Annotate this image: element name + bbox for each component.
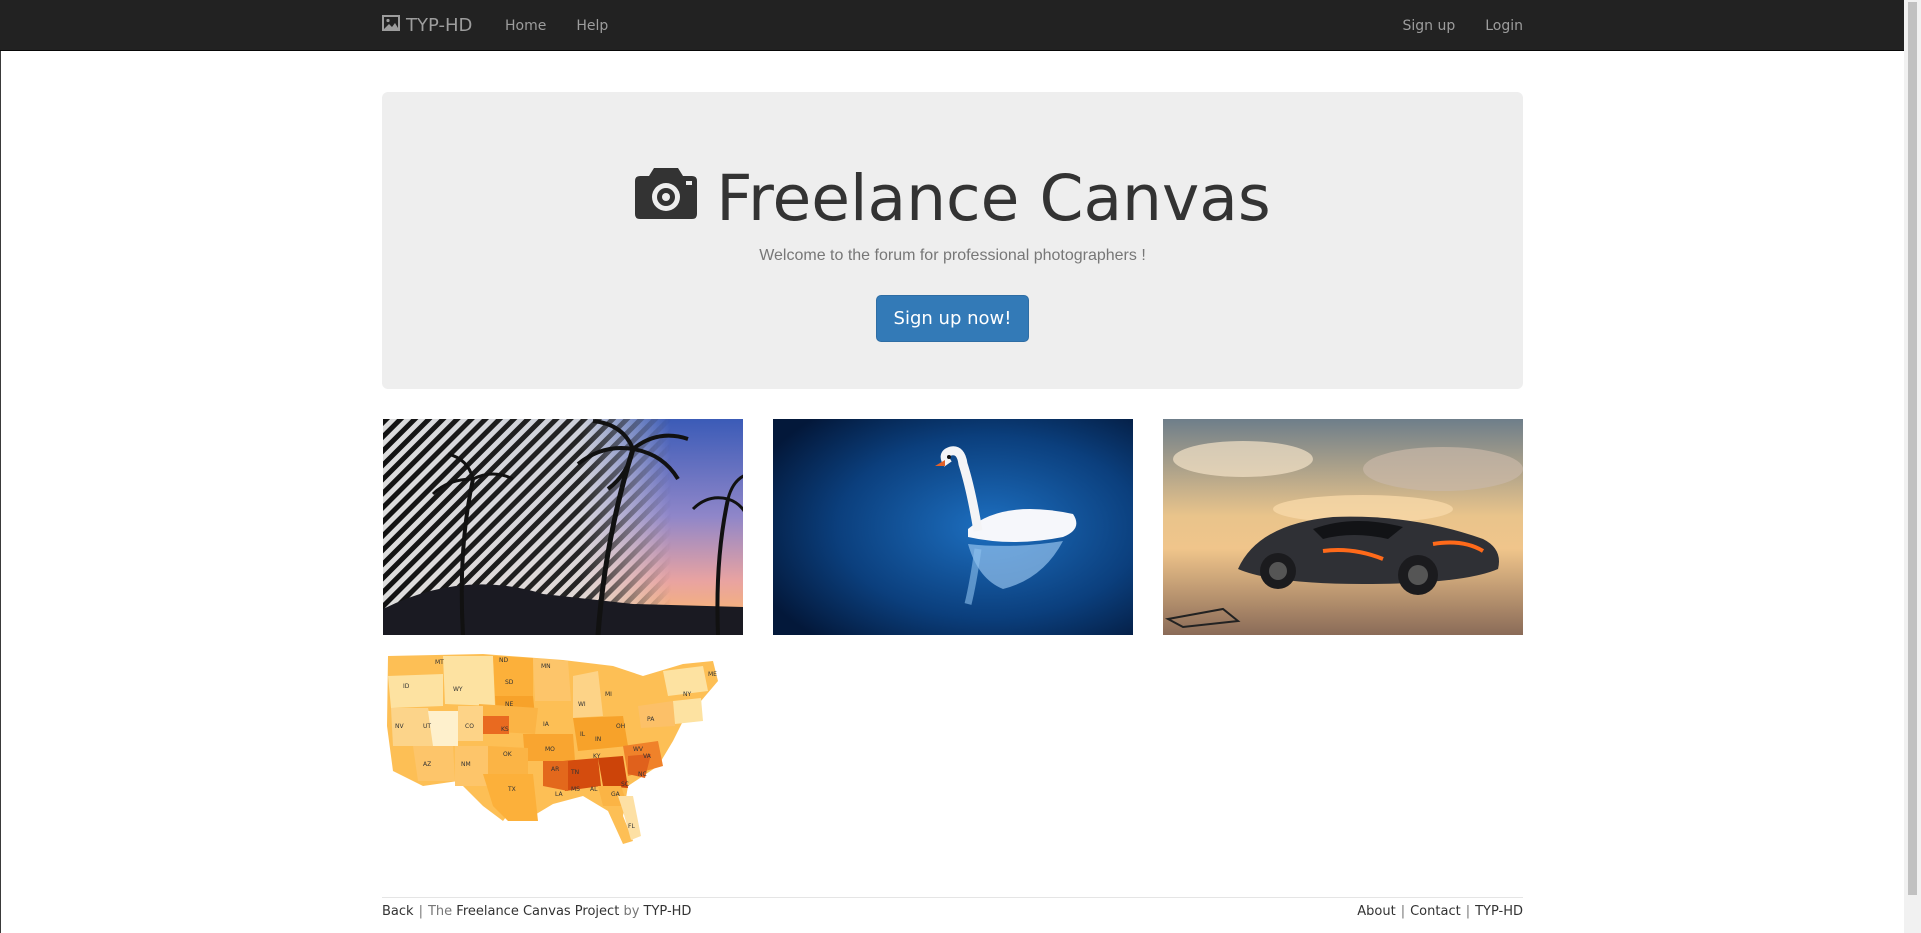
svg-text:TN: TN xyxy=(570,769,579,776)
hero-subtitle: Welcome to the forum for professional ph… xyxy=(759,247,1146,264)
brand-link[interactable]: TYP-HD xyxy=(382,0,472,51)
svg-text:NM: NM xyxy=(461,761,471,768)
footer-project-link[interactable]: Freelance Canvas Project xyxy=(456,904,619,919)
svg-text:NY: NY xyxy=(683,691,691,698)
svg-text:AL: AL xyxy=(590,786,598,793)
footer-by: by xyxy=(623,904,640,919)
nav-signup-link[interactable]: Sign up xyxy=(1402,18,1455,34)
footer-author-link[interactable]: TYP-HD xyxy=(644,904,692,919)
svg-text:FL: FL xyxy=(628,823,635,830)
svg-text:ND: ND xyxy=(499,657,508,664)
footer-separator: | xyxy=(1465,904,1471,919)
footer-separator: | xyxy=(1400,904,1406,919)
svg-text:WI: WI xyxy=(578,701,586,708)
hero-title: Freelance Canvas xyxy=(716,162,1271,235)
svg-text:NE: NE xyxy=(505,701,513,708)
svg-text:MI: MI xyxy=(605,691,612,698)
nav-help-link[interactable]: Help xyxy=(576,18,608,34)
us-map-image[interactable]: MT ND SD MN WY NE ID NV UT CO KS IA WI MI IL IN OH P… xyxy=(383,646,725,844)
nav-right: Sign up Login xyxy=(1372,0,1523,51)
vertical-scrollbar[interactable] xyxy=(1904,0,1921,933)
nav-home-link[interactable]: Home xyxy=(505,18,546,34)
top-navbar: TYP-HD Home Help Sign up Login xyxy=(0,0,1904,51)
svg-text:ID: ID xyxy=(403,683,410,690)
svg-text:IL: IL xyxy=(580,731,586,738)
footer-project-prefix: The xyxy=(427,904,453,919)
svg-text:AZ: AZ xyxy=(423,761,431,768)
svg-text:SD: SD xyxy=(505,679,514,686)
hero-jumbotron: Freelance Canvas Welcome to the forum fo… xyxy=(382,92,1523,389)
sports-car-image[interactable] xyxy=(1163,419,1523,635)
svg-text:OH: OH xyxy=(616,723,625,730)
camera-icon xyxy=(634,162,716,235)
svg-text:KS: KS xyxy=(501,726,509,733)
svg-text:TX: TX xyxy=(507,786,516,793)
svg-text:LA: LA xyxy=(555,791,563,798)
footer-left: Back | The Freelance Canvas Project by TYP… xyxy=(382,904,691,919)
picture-icon xyxy=(382,15,406,36)
svg-text:SC: SC xyxy=(621,781,629,788)
signup-now-button[interactable]: Sign up now! xyxy=(876,295,1029,342)
nav-left: Home Help xyxy=(505,0,638,51)
svg-text:UT: UT xyxy=(423,723,431,730)
brand-label: TYP-HD xyxy=(406,15,473,36)
svg-text:AR: AR xyxy=(551,766,559,773)
svg-text:NC: NC xyxy=(638,771,647,778)
svg-text:MT: MT xyxy=(435,659,444,666)
svg-text:VA: VA xyxy=(643,753,652,760)
svg-text:MO: MO xyxy=(545,746,555,753)
window-edge xyxy=(0,0,1,933)
swan-image[interactable] xyxy=(773,419,1133,635)
navbar-container: TYP-HD Home Help Sign up Login xyxy=(382,0,1523,51)
svg-text:KY: KY xyxy=(593,753,601,760)
svg-text:NV: NV xyxy=(395,723,404,730)
footer-contact-link[interactable]: Contact xyxy=(1410,904,1461,919)
svg-text:WY: WY xyxy=(453,686,463,693)
footer-divider xyxy=(382,897,1523,898)
footer-typhd-link[interactable]: TYP-HD xyxy=(1475,904,1523,919)
svg-text:IA: IA xyxy=(543,721,550,728)
footer-right: About | Contact | TYP-HD xyxy=(1357,904,1523,919)
svg-text:OK: OK xyxy=(503,751,513,758)
svg-text:MS: MS xyxy=(571,786,580,793)
svg-text:IN: IN xyxy=(595,736,601,743)
footer-about-link[interactable]: About xyxy=(1357,904,1395,919)
footer-back-link[interactable]: Back xyxy=(382,904,414,919)
svg-text:MN: MN xyxy=(541,663,551,670)
palm-trees-sunset-image[interactable] xyxy=(383,419,743,635)
scrollbar-thumb[interactable] xyxy=(1908,2,1917,895)
svg-text:PA: PA xyxy=(647,716,655,723)
svg-text:ME: ME xyxy=(708,671,717,678)
hero-title-row: Freelance Canvas xyxy=(382,162,1523,235)
footer-separator: | xyxy=(418,904,423,919)
nav-login-link[interactable]: Login xyxy=(1485,18,1523,34)
svg-text:GA: GA xyxy=(611,791,621,798)
svg-text:CO: CO xyxy=(465,723,474,730)
svg-text:WV: WV xyxy=(633,746,644,753)
